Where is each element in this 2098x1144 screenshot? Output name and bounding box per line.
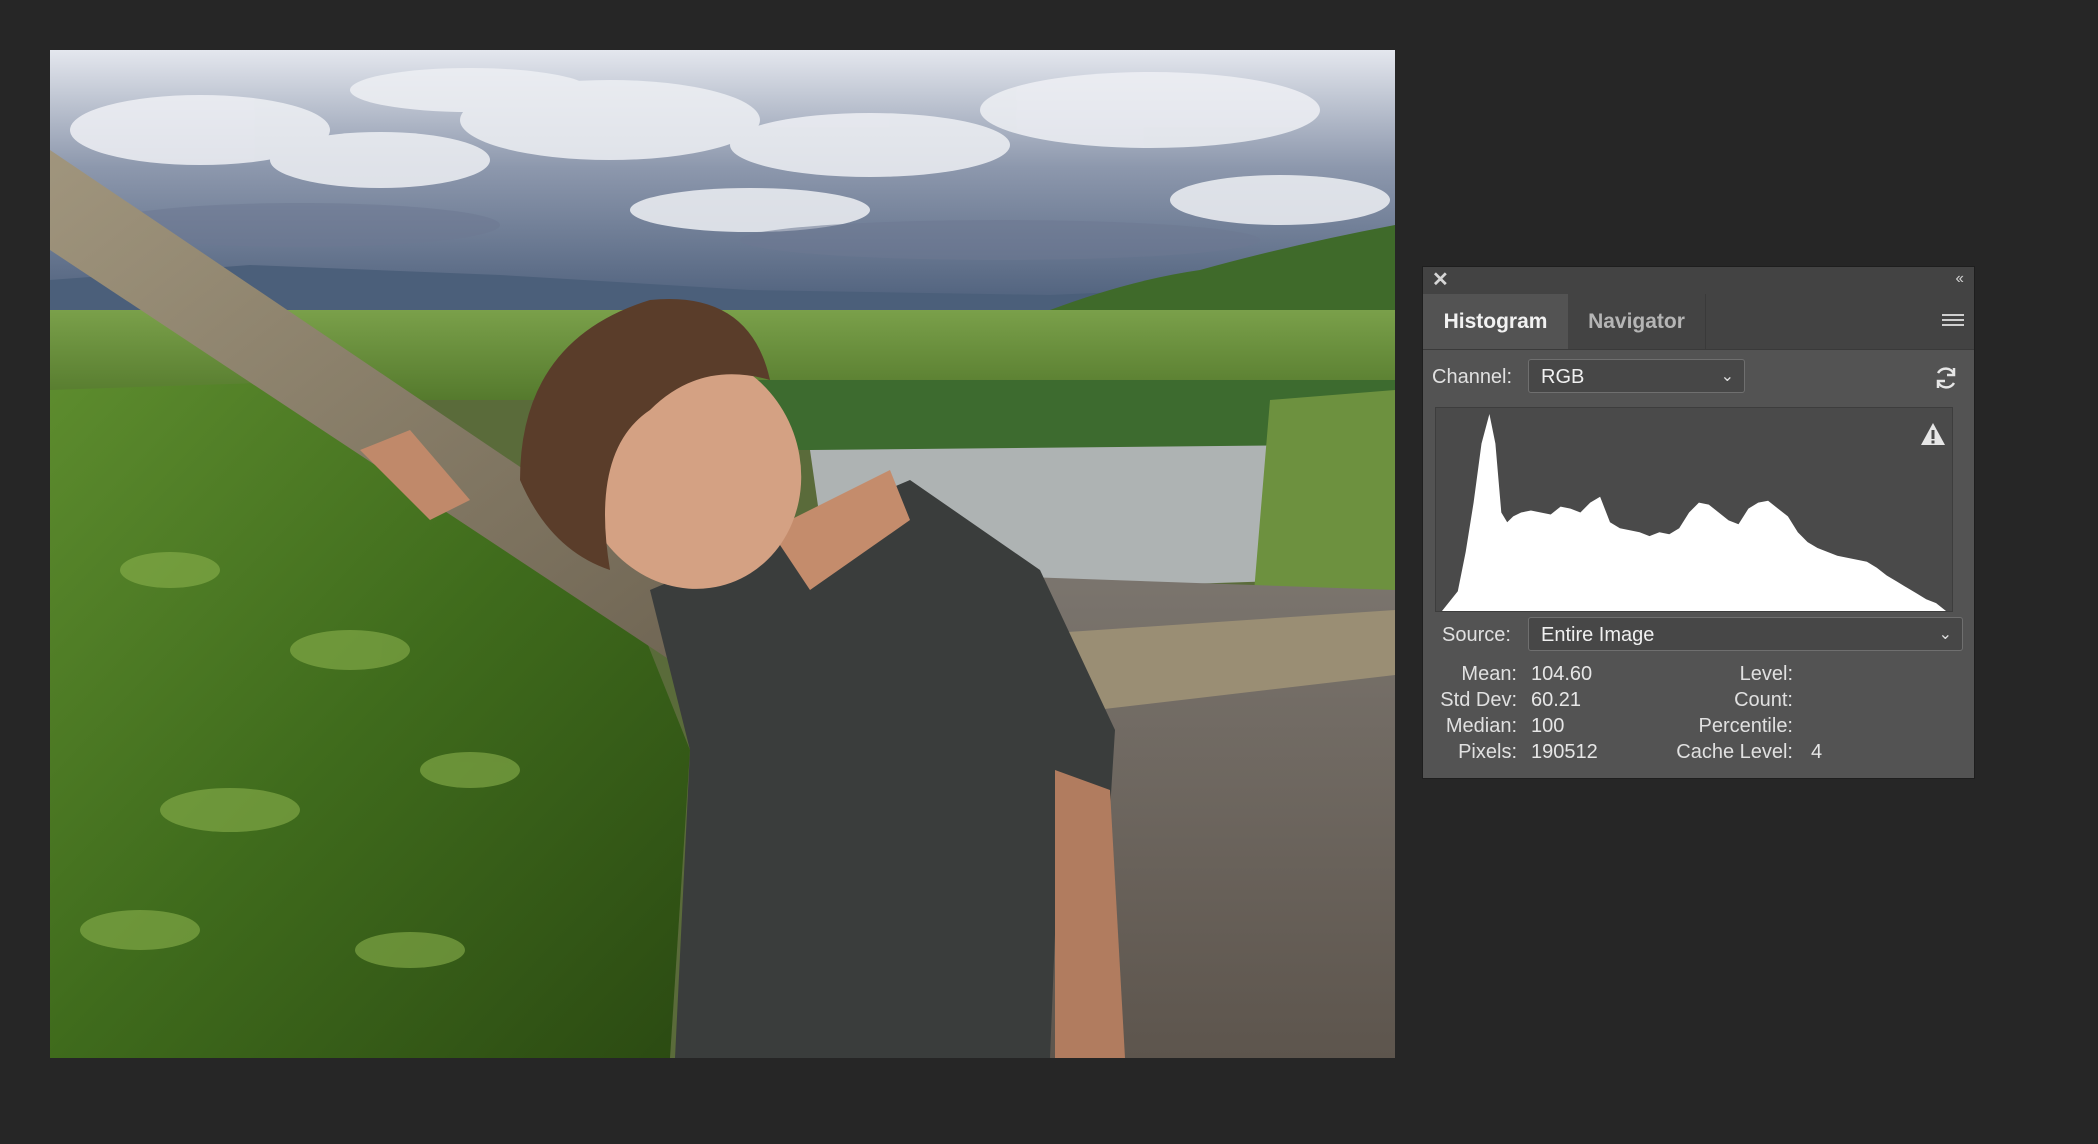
level-label: Level: [1739, 663, 1793, 685]
channel-label: Channel: [1432, 366, 1513, 388]
histogram-panel: ✕ ‹‹ Histogram Navigator Channel: RGB ⌄ … [1423, 267, 1974, 778]
photo-artwork [50, 50, 1395, 1058]
chevron-down-icon: ⌄ [1720, 368, 1734, 385]
histogram-graph[interactable] [1435, 407, 1953, 612]
mean-label: Mean: [1461, 663, 1517, 685]
median-value: 100 [1531, 715, 1565, 737]
cache-level-label: Cache Level: [1676, 741, 1793, 763]
histogram-chart [1442, 414, 1946, 611]
tab-navigator[interactable]: Navigator [1568, 294, 1706, 349]
median-label: Median: [1445, 715, 1517, 737]
channel-select[interactable]: RGB ⌄ [1528, 359, 1745, 393]
chevron-down-icon: ⌄ [1938, 626, 1952, 643]
panel-tab-bar: Histogram Navigator [1423, 294, 1974, 350]
source-label: Source: [1442, 624, 1511, 646]
mean-value: 104.60 [1531, 663, 1593, 685]
stddev-label: Std Dev: [1440, 689, 1517, 711]
source-select-value: Entire Image [1541, 624, 1655, 646]
source-select[interactable]: Entire Image ⌄ [1528, 617, 1963, 651]
pixels-value: 190512 [1531, 741, 1598, 763]
panel-title-bar[interactable]: ✕ ‹‹ [1423, 267, 1974, 294]
histogram-area [1442, 414, 1946, 611]
tab-histogram[interactable]: Histogram [1423, 294, 1568, 349]
stddev-value: 60.21 [1531, 689, 1582, 711]
percentile-label: Percentile: [1698, 715, 1794, 737]
channel-select-value: RGB [1541, 366, 1585, 388]
hamburger-menu-icon[interactable] [1942, 314, 1964, 330]
pixels-label: Pixels: [1458, 741, 1517, 763]
count-label: Count: [1734, 689, 1793, 711]
document-canvas-image[interactable] [50, 50, 1395, 1058]
double-chevron-left-icon[interactable]: ‹‹ [1955, 271, 1964, 287]
refresh-icon[interactable] [1933, 365, 1959, 391]
warning-triangle-icon[interactable] [1920, 422, 1946, 446]
cache-level-value: 4 [1811, 741, 1823, 763]
close-icon[interactable]: ✕ [1432, 270, 1449, 290]
